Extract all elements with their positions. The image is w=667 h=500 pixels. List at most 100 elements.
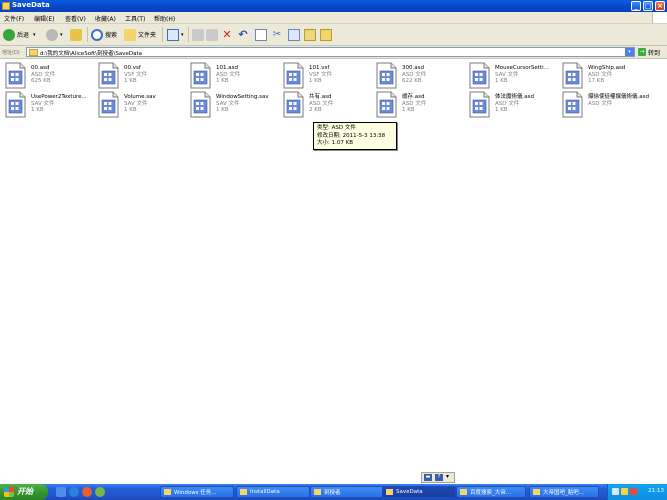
help-icon[interactable]: ? [435,474,443,481]
file-item[interactable]: UsePower2Texture... SAV 文件 1 KB [4,91,94,119]
tray-app-icon[interactable] [630,488,637,495]
file-size: 625 KB [31,78,51,84]
go-arrow-icon: → [638,48,646,56]
folders-button[interactable]: 文件夹 [124,27,156,42]
taskbar-button[interactable]: 百度搜索_大帝... [456,486,526,498]
file-item[interactable]: 00.vsf VSF 文件 1 KB [97,62,187,90]
folder-icon [29,49,38,56]
media-player-icon[interactable] [82,487,92,497]
menu-view[interactable]: 查看(V) [65,14,86,23]
chevron-down-icon[interactable]: ▾ [60,32,63,38]
quick-launch-app-icon[interactable] [95,487,105,497]
minimize-button[interactable]: _ [631,1,641,11]
taskbar-button-label: SaveData [396,489,423,495]
file-item[interactable]: Volume.sav SAV 文件 1 KB [97,91,187,119]
ie-icon[interactable] [69,487,79,497]
file-size: 1 KB [402,107,415,113]
taskbar-button[interactable]: 刻授者 [310,486,384,498]
file-meta: 300.asd ASD 文件 622 KB [402,65,426,85]
file-item[interactable]: 共有.asd ASD 文件 2 KB [282,91,372,119]
address-input[interactable]: d:\我的文档\AliceSoft\刻授者\SaveData ▾ [26,47,635,57]
start-button[interactable]: 开始 [0,484,48,500]
file-name: 体法魔術儀.asd [495,94,534,100]
menu-tools[interactable]: 工具(T) [125,14,145,23]
menu-file[interactable]: 文件(F) [4,14,24,23]
file-item[interactable]: WindowSetting.sav SAV 文件 1 KB [189,91,279,119]
keyboard-icon[interactable]: ▬ [424,474,432,481]
search-label: 搜索 [105,32,118,39]
file-meta: 爆徐使徒權撰儀術儀.asd ASD 文件 [588,94,649,107]
file-size: 1 KB [31,107,44,113]
menu-help[interactable]: 帮助(H) [154,14,175,23]
menu-edit[interactable]: 编辑(E) [34,14,54,23]
undo-icon[interactable]: ↶ [237,29,249,41]
file-item[interactable]: MouseCursorSetti... SAV 文件 1 KB [468,62,558,90]
file-item[interactable]: 101.asd ASD 文件 1 KB [189,62,279,90]
views-icon[interactable] [167,29,179,41]
file-meta: 体法魔術儀.asd ASD 文件 1 KB [495,94,534,114]
tooltip-type: 类型: ASD 文件 [317,125,356,131]
file-name: MouseCursorSetti... [495,65,549,71]
taskbar-button[interactable]: Windows 任务... [160,486,234,498]
file-name: WingShip.asd [588,65,626,71]
file-size: 1 KB [495,78,508,84]
maximize-button[interactable]: □ [643,1,653,11]
close-button[interactable]: × [655,1,665,11]
chevron-down-icon[interactable]: ▾ [446,473,449,480]
window-icon [164,489,171,495]
search-button[interactable]: 搜索 [91,27,117,42]
back-label: 后退 [17,32,30,39]
taskbar-button-label: Windows 任务... [174,490,217,496]
window-title: SaveData [12,1,50,9]
file-meta: UsePower2Texture... SAV 文件 1 KB [31,94,87,114]
back-button[interactable]: 后退 ▾ [3,27,36,42]
file-item[interactable]: 101.vsf VSF 文件 1 KB [282,62,372,90]
network-icon[interactable] [612,488,619,495]
volume-icon[interactable] [621,488,628,495]
go-button[interactable]: → 转到 [638,47,660,57]
language-bar[interactable]: ▬ ? ▾ [421,472,455,483]
chevron-down-icon[interactable]: ▾ [181,27,184,42]
file-item[interactable]: 体法魔術儀.asd ASD 文件 1 KB [468,91,558,119]
properties-icon[interactable] [255,29,267,41]
menu-favorites[interactable]: 收藏(A) [95,14,116,23]
taskbar-button-label: 刻授者 [324,490,341,496]
folder-options-icon[interactable] [320,29,332,41]
up-folder-button[interactable] [70,27,84,42]
file-item[interactable]: 300.asd ASD 文件 622 KB [375,62,465,90]
file-item[interactable]: 缓存.asd ASD 文件 1 KB [375,91,465,119]
file-type: ASD 文件 [588,100,613,107]
file-item[interactable]: WingShip.asd ASD 文件 17 KB [561,62,651,90]
document-file-icon [562,91,583,118]
file-item[interactable]: 00.asd ASD 文件 625 KB [4,62,94,90]
file-name: 300.asd [402,65,424,71]
chevron-down-icon[interactable]: ▾ [625,48,634,56]
copy-to-icon[interactable] [206,29,218,41]
file-name: Volume.sav [124,94,156,100]
windows-logo-icon [652,12,667,23]
menu-bar: 文件(F) 编辑(E) 查看(V) 收藏(A) 工具(T) 帮助(H) [0,12,667,24]
file-name: 爆徐使徒權撰儀術儀.asd [588,94,649,100]
paste-icon[interactable] [304,29,316,41]
back-arrow-icon [3,28,15,41]
taskbar-button[interactable]: SaveData [382,486,456,498]
window-icon [314,489,321,495]
file-size: 1 KB [309,78,322,84]
show-desktop-icon[interactable] [56,487,66,497]
document-file-icon [98,62,119,89]
cut-icon[interactable]: ✂ [271,29,283,41]
copy-icon[interactable] [288,29,300,41]
chevron-down-icon[interactable]: ▾ [33,32,36,38]
delete-icon[interactable]: ✕ [221,29,233,41]
taskbar-button-label: 百度搜索_大帝... [470,490,511,496]
forward-button[interactable]: ▾ [46,27,63,42]
file-meta: 101.asd ASD 文件 1 KB [216,65,240,85]
document-file-icon [469,91,490,118]
taskbar-button[interactable]: InstallData [236,486,310,498]
move-to-icon[interactable] [192,29,204,41]
taskbar-button[interactable]: 大帝国吧_贴吧... [529,486,599,498]
file-item[interactable]: 爆徐使徒權撰儀術儀.asd ASD 文件 [561,91,651,119]
tooltip-size: 大小: 1.07 KB [317,140,353,146]
file-size: 2 KB [309,107,322,113]
address-bar: 地址(D) d:\我的文档\AliceSoft\刻授者\SaveData ▾ →… [0,46,667,59]
